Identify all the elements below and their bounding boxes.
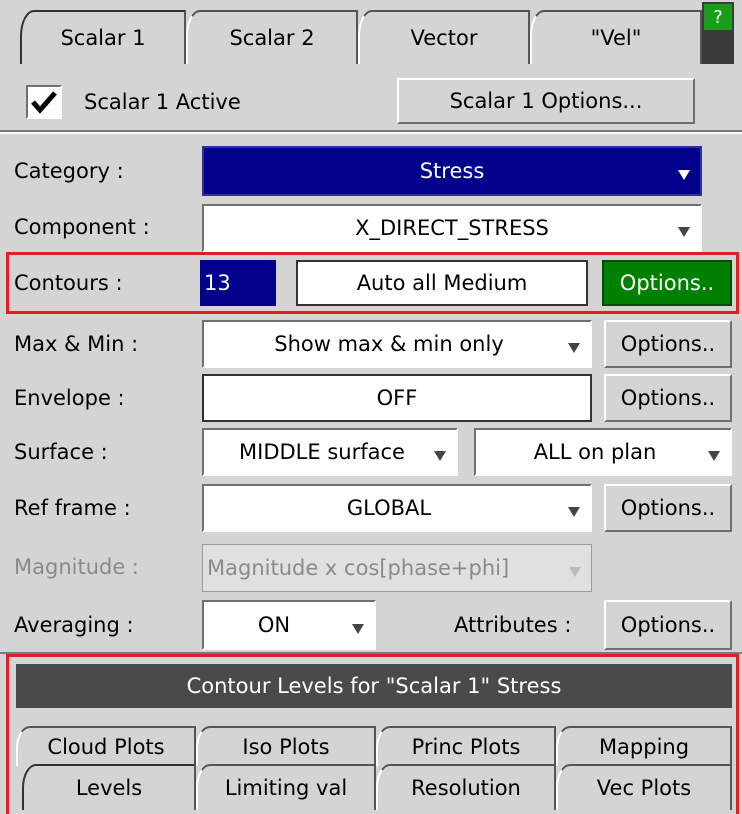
contours-mode-button[interactable]: Auto all Medium <box>296 260 588 306</box>
refframe-options-button[interactable]: Options.. <box>604 484 732 532</box>
averaging-dropdown[interactable]: ON <box>202 600 376 650</box>
chevron-down-icon <box>678 227 690 237</box>
tab-vel[interactable]: "Vel" <box>530 10 702 64</box>
tab-resolution[interactable]: Resolution <box>376 764 556 810</box>
tab-limiting-val[interactable]: Limiting val <box>196 764 376 810</box>
contours-options-button[interactable]: Options.. <box>602 260 732 306</box>
averaging-label: Averaging : <box>14 613 134 637</box>
chevron-down-icon <box>568 343 580 353</box>
tab-vec-plots[interactable]: Vec Plots <box>556 764 732 810</box>
magnitude-dropdown: Magnitude x cos[phase+phi] <box>202 544 592 592</box>
category-value: Stress <box>419 159 485 183</box>
component-dropdown[interactable]: X_DIRECT_STRESS <box>202 204 702 252</box>
plan-value: ALL on plan <box>533 440 657 464</box>
maxmin-options-button[interactable]: Options.. <box>604 320 732 368</box>
refframe-value: GLOBAL <box>346 496 432 520</box>
component-value: X_DIRECT_STRESS <box>355 216 549 240</box>
chevron-down-icon <box>569 567 581 577</box>
levels-panel-title: Contour Levels for "Scalar 1" Stress <box>16 664 732 708</box>
maxmin-value: Show max & min only <box>274 332 504 356</box>
tab-scalar-1[interactable]: Scalar 1 <box>20 10 186 64</box>
category-dropdown[interactable]: Stress <box>202 146 702 196</box>
tab-vector[interactable]: Vector <box>358 10 530 64</box>
surface-value: MIDDLE surface <box>239 440 405 464</box>
magnitude-label: Magnitude : <box>14 555 140 579</box>
tab-levels[interactable]: Levels <box>22 764 196 810</box>
surface-dropdown[interactable]: MIDDLE surface <box>202 428 458 476</box>
contours-count-input[interactable]: 13 <box>200 260 276 306</box>
scalar-active-checkbox[interactable] <box>26 85 62 119</box>
tab-scalar-2[interactable]: Scalar 2 <box>186 10 358 64</box>
chevron-down-icon <box>352 624 364 634</box>
envelope-label: Envelope : <box>14 386 125 410</box>
tab-cloud-plots[interactable]: Cloud Plots <box>16 726 196 766</box>
chevron-down-icon <box>708 451 720 461</box>
help-icon: ? <box>704 4 732 30</box>
tab-mapping[interactable]: Mapping <box>556 726 732 766</box>
envelope-field[interactable]: OFF <box>202 374 592 422</box>
plan-dropdown[interactable]: ALL on plan <box>474 428 732 476</box>
maxmin-label: Max & Min : <box>14 332 139 356</box>
envelope-options-button[interactable]: Options.. <box>604 374 732 422</box>
chevron-down-icon <box>568 507 580 517</box>
attributes-label: Attributes : <box>454 613 572 637</box>
component-label: Component : <box>14 215 150 239</box>
refframe-label: Ref frame : <box>14 496 131 520</box>
chevron-down-icon <box>434 451 446 461</box>
surface-label: Surface : <box>14 440 108 464</box>
attributes-options-button[interactable]: Options.. <box>604 600 732 650</box>
check-icon <box>31 91 57 114</box>
averaging-value: ON <box>257 613 291 637</box>
scalar-options-button[interactable]: Scalar 1 Options... <box>397 78 695 124</box>
help-button[interactable]: ? <box>702 2 734 64</box>
scalar-active-label: Scalar 1 Active <box>84 90 241 114</box>
category-label: Category : <box>14 159 124 183</box>
tab-princ-plots[interactable]: Princ Plots <box>376 726 556 766</box>
maxmin-dropdown[interactable]: Show max & min only <box>202 320 592 368</box>
divider <box>0 132 742 134</box>
chevron-down-icon <box>678 170 690 180</box>
magnitude-value: Magnitude x cos[phase+phi] <box>207 556 510 580</box>
tab-iso-plots[interactable]: Iso Plots <box>196 726 376 766</box>
refframe-dropdown[interactable]: GLOBAL <box>202 484 592 532</box>
contours-label: Contours : <box>14 271 123 295</box>
